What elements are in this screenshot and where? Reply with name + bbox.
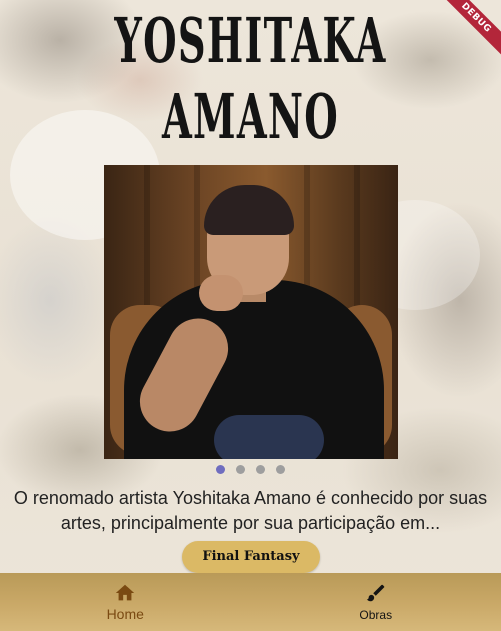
carousel-indicator [0, 465, 501, 474]
artist-description: O renomado artista Yoshitaka Amano é con… [13, 488, 488, 533]
home-icon [116, 584, 135, 601]
page-title-line2: AMANO [161, 80, 340, 153]
nav-item-home[interactable]: Home [0, 573, 251, 631]
image-carousel[interactable] [104, 165, 398, 459]
final-fantasy-button[interactable]: Final Fantasy [182, 541, 320, 573]
nav-item-obras[interactable]: Obras [251, 573, 501, 631]
page-title-line1: YOSHITAKA [114, 4, 387, 77]
carousel-dot[interactable] [256, 465, 265, 474]
nav-label-home: Home [106, 606, 144, 622]
nav-label-obras: Obras [359, 608, 393, 622]
person-jeans [214, 415, 324, 459]
bottom-navigation: Home Obras [0, 573, 501, 631]
person-hand [199, 275, 243, 311]
brush-icon [366, 584, 385, 602]
carousel-dot-active[interactable] [216, 465, 225, 474]
carousel-dot[interactable] [276, 465, 285, 474]
carousel-dot[interactable] [236, 465, 245, 474]
person-hair [204, 185, 294, 235]
app-screen: YOSHITAKA AMANO O renomado artista Yoshi… [0, 0, 501, 631]
